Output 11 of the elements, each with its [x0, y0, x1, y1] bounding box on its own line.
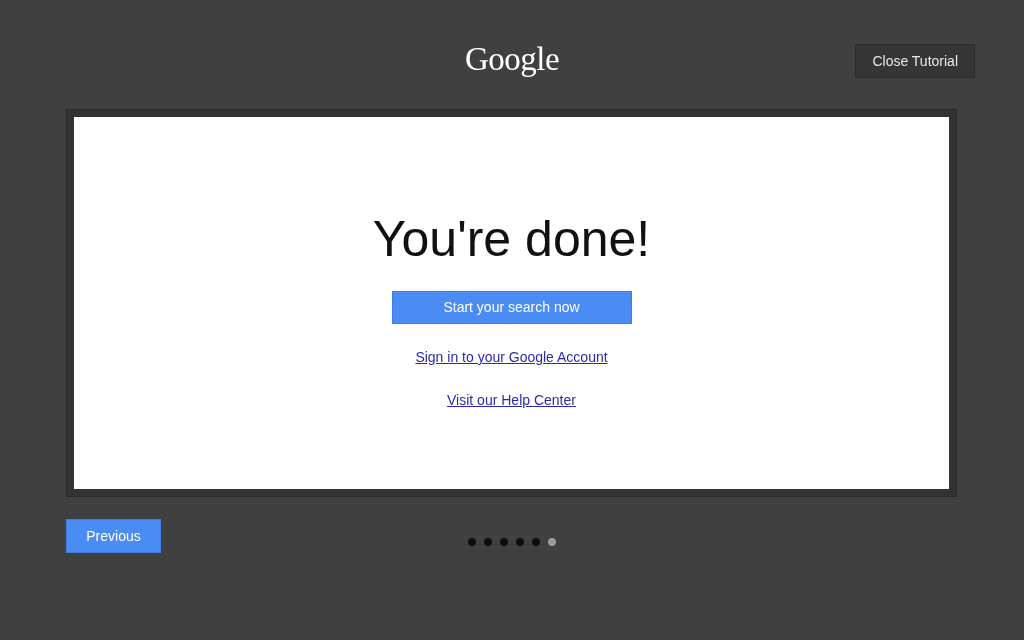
page-dot-icon[interactable] [515, 538, 524, 546]
page-dot-icon[interactable] [467, 538, 476, 546]
page-dot-icon[interactable] [499, 538, 508, 546]
link[interactable]: Visit our Help Center [447, 391, 576, 410]
page-dot-icon[interactable] [483, 538, 492, 546]
logo-text: Google [464, 42, 560, 76]
heading: You're done! [372, 212, 651, 267]
link[interactable]: Sign in to your Google Account [415, 348, 608, 367]
page-dot-icon[interactable] [547, 538, 556, 546]
close-tutorial-button[interactable]: Close Tutorial [855, 44, 975, 78]
page-dot-icon[interactable] [531, 538, 540, 546]
